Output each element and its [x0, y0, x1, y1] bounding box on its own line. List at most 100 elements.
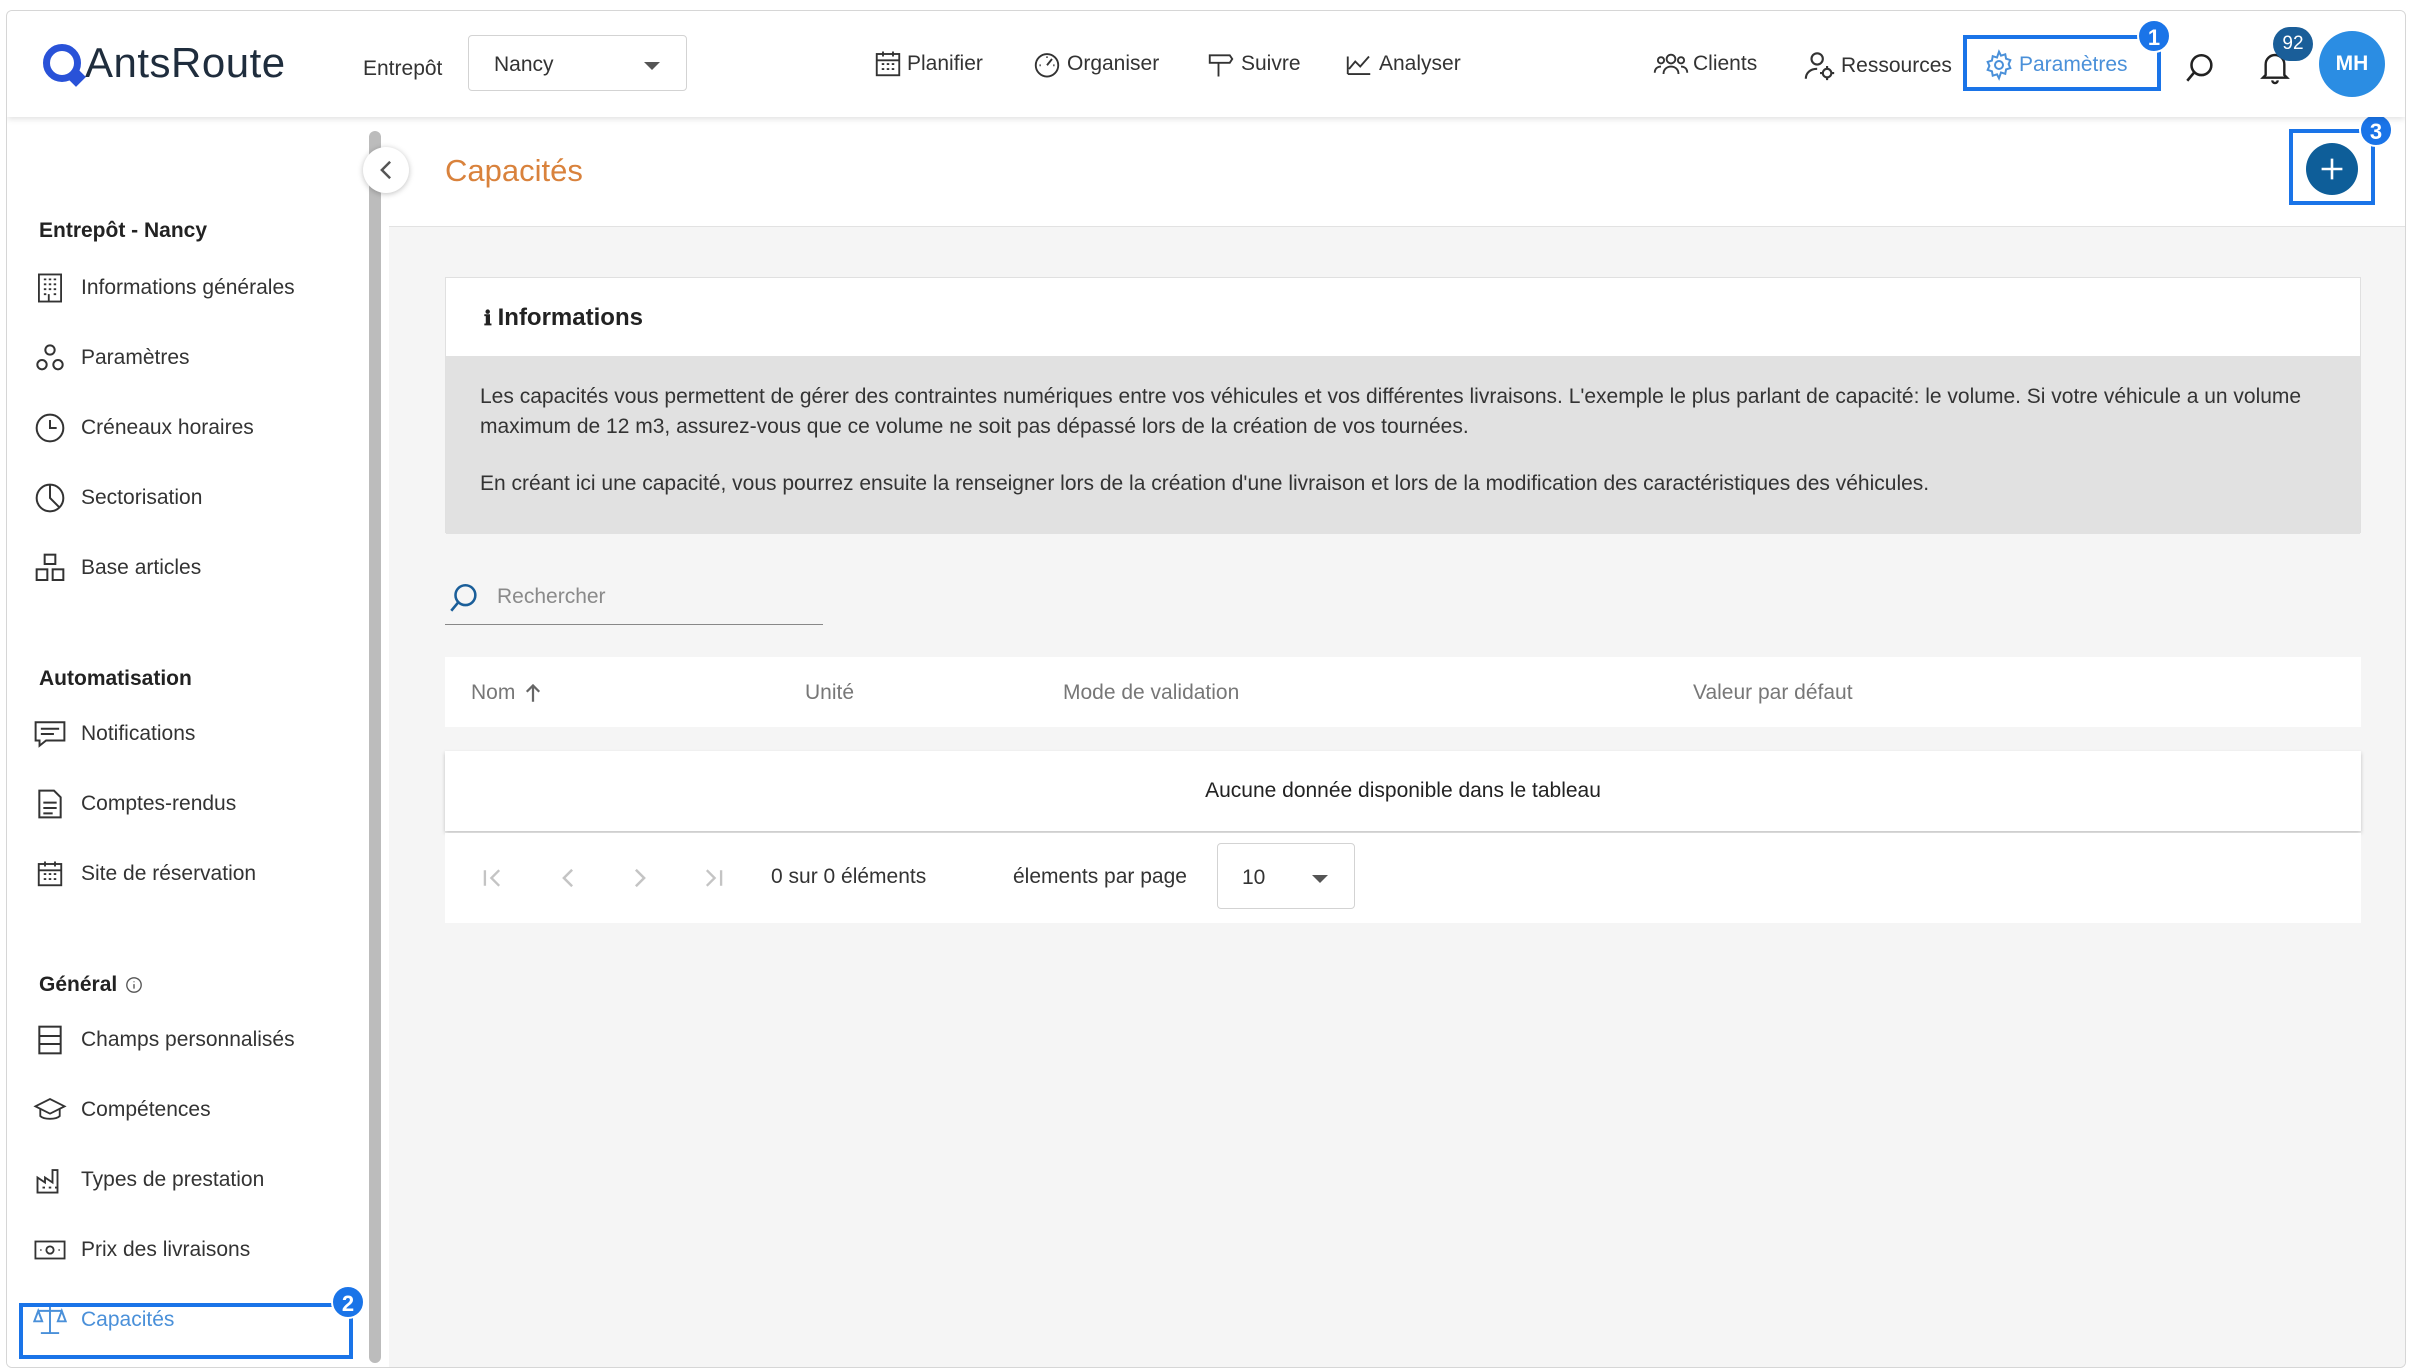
page-header: Capacités 3: [389, 113, 2405, 227]
sidebar-item-label: Créneaux horaires: [81, 416, 254, 439]
chevron-down-icon: [644, 62, 660, 70]
app-window: AntsRoute Entrepôt Nancy Planifier Organ…: [6, 10, 2406, 1368]
sidebar-item-prix-livraisons[interactable]: Prix des livraisons: [33, 1233, 250, 1267]
page-title: Capacités: [445, 153, 583, 188]
previous-page-button[interactable]: [553, 863, 583, 893]
sidebar-scrollbar[interactable]: [369, 131, 381, 1363]
nav-analyser[interactable]: Analyser: [1343, 49, 1461, 79]
logo-text: AntsRoute: [85, 39, 286, 86]
sidebar-item-label: Base articles: [81, 556, 202, 579]
first-page-icon: [483, 869, 501, 887]
step-badge-1: 1: [2137, 19, 2171, 53]
user-gear-icon: [1804, 52, 1835, 81]
chart-icon: [1346, 55, 1371, 75]
last-page-icon: [705, 869, 723, 887]
nav-organiser[interactable]: Organiser: [1031, 49, 1159, 79]
info-paragraph-1: Les capacités vous permettent de gérer d…: [480, 385, 2302, 438]
boxes-icon: [33, 551, 67, 585]
calendar-icon: [875, 51, 901, 77]
column-header-unite[interactable]: Unité: [805, 681, 854, 705]
pagination-count: 0 sur 0 éléments: [771, 865, 927, 888]
sidebar-item-notifications[interactable]: Notifications: [33, 717, 195, 751]
info-circle-icon: [126, 977, 143, 993]
column-header-mode[interactable]: Mode de validation: [1063, 681, 1239, 705]
sidebar-section-warehouse: Entrepôt - Nancy: [39, 219, 208, 242]
column-header-label: Unité: [805, 681, 855, 704]
empty-table-message: Aucune donnée disponible dans le tableau: [445, 751, 2361, 831]
per-page-label: élements par page: [1013, 865, 1187, 888]
nav-ressources[interactable]: Ressources: [1803, 49, 1952, 83]
sidebar-item-creneaux[interactable]: Créneaux horaires: [33, 411, 254, 445]
per-page-value: 10: [1242, 866, 1266, 889]
search-input[interactable]: [497, 579, 807, 615]
sidebar-item-champs[interactable]: Champs personnalisés: [33, 1023, 295, 1057]
add-capacity-button[interactable]: [2306, 143, 2358, 195]
sidebar-item-label: Site de réservation: [81, 862, 257, 885]
chevron-down-icon: [1312, 875, 1328, 883]
column-header-nom[interactable]: Nom: [471, 681, 541, 705]
info-card-body: Les capacités vous permettent de gérer d…: [446, 356, 2360, 534]
avatar[interactable]: MH: [2319, 31, 2385, 97]
sidebar-item-label: Sectorisation: [81, 486, 203, 509]
per-page-select[interactable]: 10: [1217, 843, 1355, 909]
search-icon: [447, 581, 481, 620]
sidebar-item-label: Comptes-rendus: [81, 792, 237, 815]
sidebar-item-sectorisation[interactable]: Sectorisation: [33, 481, 202, 515]
sidebar: Entrepôt - Nancy Informations générales …: [7, 117, 369, 1367]
nav-planifier[interactable]: Planifier: [873, 49, 983, 79]
search-icon[interactable]: [2183, 51, 2217, 90]
column-header-valeur[interactable]: Valeur par défaut: [1693, 681, 1853, 705]
info-card-title: ℹ Informations: [484, 304, 643, 332]
warehouse-select[interactable]: Nancy: [468, 35, 687, 91]
sidebar-section-general-label: Général: [39, 973, 118, 996]
sidebar-item-label: Champs personnalisés: [81, 1028, 295, 1051]
step-badge-3: 3: [2359, 113, 2393, 147]
sidebar-item-label: Prix des livraisons: [81, 1238, 251, 1261]
sort-arrow-up-icon: [526, 683, 541, 702]
info-paragraph-2: En créant ici une capacité, vous pourrez…: [480, 472, 1930, 495]
chevron-right-icon: [634, 868, 646, 888]
signpost-icon: [1208, 54, 1234, 77]
settings-nodes-icon: [33, 341, 67, 375]
nav-parametres[interactable]: Paramètres: [1983, 49, 2128, 81]
graduation-cap-icon: [33, 1093, 67, 1127]
info-card-title-label: Informations: [497, 304, 643, 331]
logo[interactable]: AntsRoute: [43, 37, 286, 89]
settings-nav-highlight: Paramètres: [1963, 35, 2161, 91]
banknote-icon: [33, 1233, 67, 1267]
nav-clients[interactable]: Clients: [1653, 49, 1757, 79]
info-icon: ℹ: [484, 307, 492, 330]
collapse-sidebar-button[interactable]: [363, 147, 409, 193]
sidebar-item-site-reservation[interactable]: Site de réservation: [33, 857, 256, 891]
sidebar-item-types-prestation[interactable]: Types de prestation: [33, 1163, 264, 1197]
sidebar-item-parametres[interactable]: Paramètres: [33, 341, 190, 375]
info-card: ℹ Informations Les capacités vous permet…: [445, 277, 2361, 534]
nav-suivre[interactable]: Suivre: [1205, 49, 1301, 79]
sidebar-item-comptes-rendus[interactable]: Comptes-rendus: [33, 787, 236, 821]
sidebar-section-general: Général: [39, 973, 143, 997]
clock-icon: [33, 411, 67, 445]
column-header-label: Mode de validation: [1063, 681, 1240, 704]
logo-mark-icon: [43, 44, 81, 82]
notification-count-badge: 92: [2273, 27, 2313, 61]
paginator: 0 sur 0 éléments élements par page 10: [445, 833, 2361, 923]
warehouse-select-value: Nancy: [494, 53, 554, 76]
capacities-table: Nom Unité Mode de validation Valeur par …: [445, 657, 2361, 923]
nav-clients-label: Clients: [1693, 52, 1758, 75]
gauge-icon: [1034, 53, 1060, 78]
first-page-button[interactable]: [479, 863, 509, 893]
gear-icon: [1986, 49, 2012, 81]
search-field: [445, 569, 823, 625]
sidebar-item-base-articles[interactable]: Base articles: [33, 551, 201, 585]
warehouse-label: Entrepôt: [363, 57, 443, 80]
sidebar-item-label: Informations générales: [81, 276, 295, 299]
next-page-button[interactable]: [625, 863, 655, 893]
factory-icon: [33, 1163, 67, 1197]
sidebar-item-informations[interactable]: Informations générales: [33, 271, 295, 305]
last-page-button[interactable]: [697, 863, 727, 893]
table-header: Nom Unité Mode de validation Valeur par …: [445, 657, 2361, 727]
building-icon: [33, 271, 67, 305]
nav-ressources-label: Ressources: [1841, 54, 1952, 77]
sidebar-item-competences[interactable]: Compétences: [33, 1093, 211, 1127]
chevron-left-icon: [562, 868, 574, 888]
